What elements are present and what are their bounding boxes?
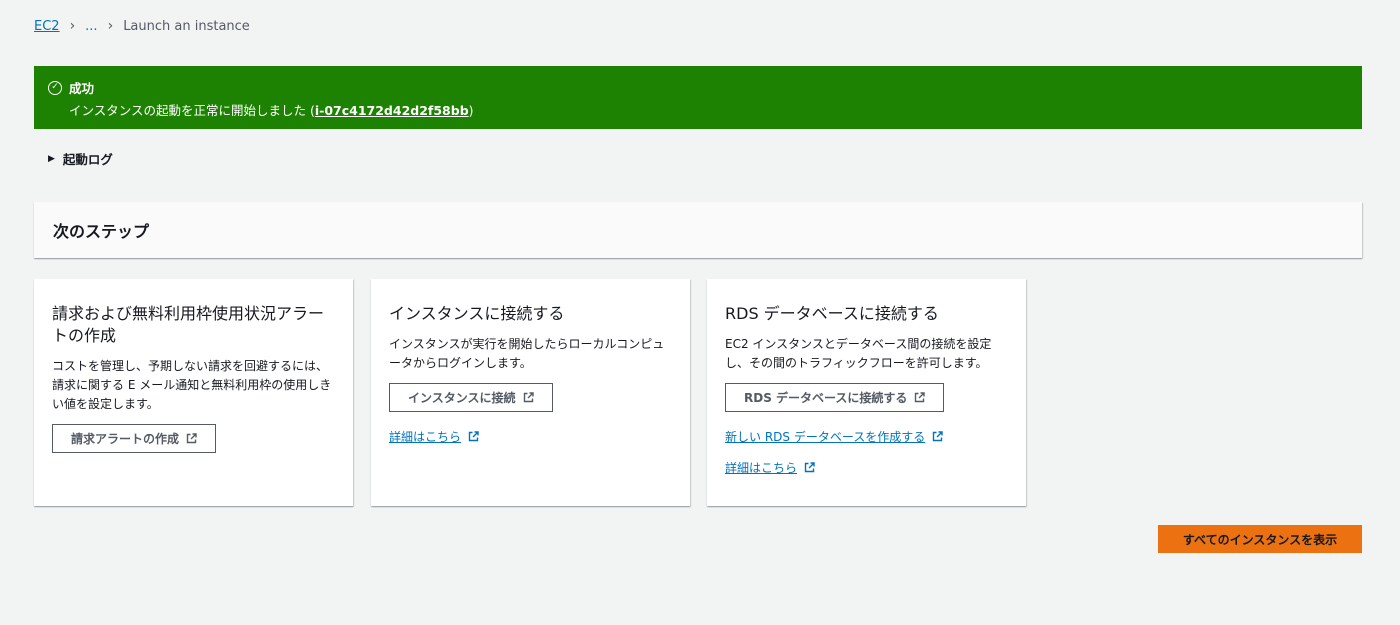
external-link-icon [914,392,926,403]
connect-rds-button[interactable]: RDS データベースに接続する [725,383,945,412]
breadcrumb-current: Launch an instance [123,18,250,34]
card-title: RDS データベースに接続する [725,304,939,323]
caret-right-icon: ▶ [48,153,55,164]
create-billing-alert-button[interactable]: 請求アラートの作成 [52,424,217,453]
chevron-right-icon: › [69,18,76,34]
view-all-instances-button[interactable]: すべてのインスタンスを表示 [1158,525,1362,553]
launch-log-label: 起動ログ [62,152,113,167]
check-circle-icon: ✓ [48,80,62,95]
success-flash-banner: ✓ 成功 インスタンスの起動を正常に開始しました (i-07c4172d42d2… [34,66,1362,129]
next-steps-header: 次のステップ [34,202,1362,258]
card-title: 請求および無料利用枠使用状況アラートの作成 [52,304,325,345]
card-connect-rds: RDS データベースに接続する EC2 インスタンスとデータベース間の接続を設定… [707,279,1026,506]
card-title: インスタンスに接続する [389,304,565,323]
external-link-icon [523,392,534,403]
flash-message: インスタンスの起動を正常に開始しました ( [69,103,315,118]
link-label: 詳細はこちら [725,461,798,475]
link-label: 詳細はこちら [389,430,462,444]
button-label: 請求アラートの作成 [71,432,180,446]
chevron-right-icon: › [107,18,114,34]
learn-more-link[interactable]: 詳細はこちら [725,459,815,476]
instance-id-link[interactable]: i-07c4172d42d2f58bb [315,103,469,118]
card-description: コストを管理し、予期しない請求を回避するには、請求に関する E メール通知と無料… [52,359,332,411]
external-link-icon [804,462,815,473]
next-steps-title: 次のステップ [53,222,150,241]
card-description: EC2 インスタンスとデータベース間の接続を設定し、その間のトラフィックフローを… [725,337,992,370]
breadcrumb-ec2-link[interactable]: EC2 [34,19,60,34]
launch-log-expander[interactable]: ▶ 起動ログ [48,149,113,168]
connect-instance-button[interactable]: インスタンスに接続 [389,383,553,412]
breadcrumb: EC2 › ... › Launch an instance [34,18,250,34]
card-connect-instance: インスタンスに接続する インスタンスが実行を開始したらローカルコンピュータからロ… [371,279,690,506]
flash-message-end: ) [468,103,474,118]
card-description: インスタンスが実行を開始したらローカルコンピュータからログインします。 [389,337,665,370]
learn-more-link[interactable]: 詳細はこちら [389,428,479,445]
create-rds-database-link[interactable]: 新しい RDS データベースを作成する [725,428,943,445]
flash-title: 成功 [69,81,95,96]
button-label: RDS データベースに接続する [744,391,908,405]
external-link-icon [186,433,197,444]
button-label: インスタンスに接続 [408,391,516,405]
card-billing-alert: 請求および無料利用枠使用状況アラートの作成 コストを管理し、予期しない請求を回避… [34,279,353,506]
link-label: 新しい RDS データベースを作成する [725,430,926,444]
external-link-icon [468,431,479,442]
external-link-icon [932,431,943,442]
breadcrumb-ellipsis[interactable]: ... [85,19,97,34]
